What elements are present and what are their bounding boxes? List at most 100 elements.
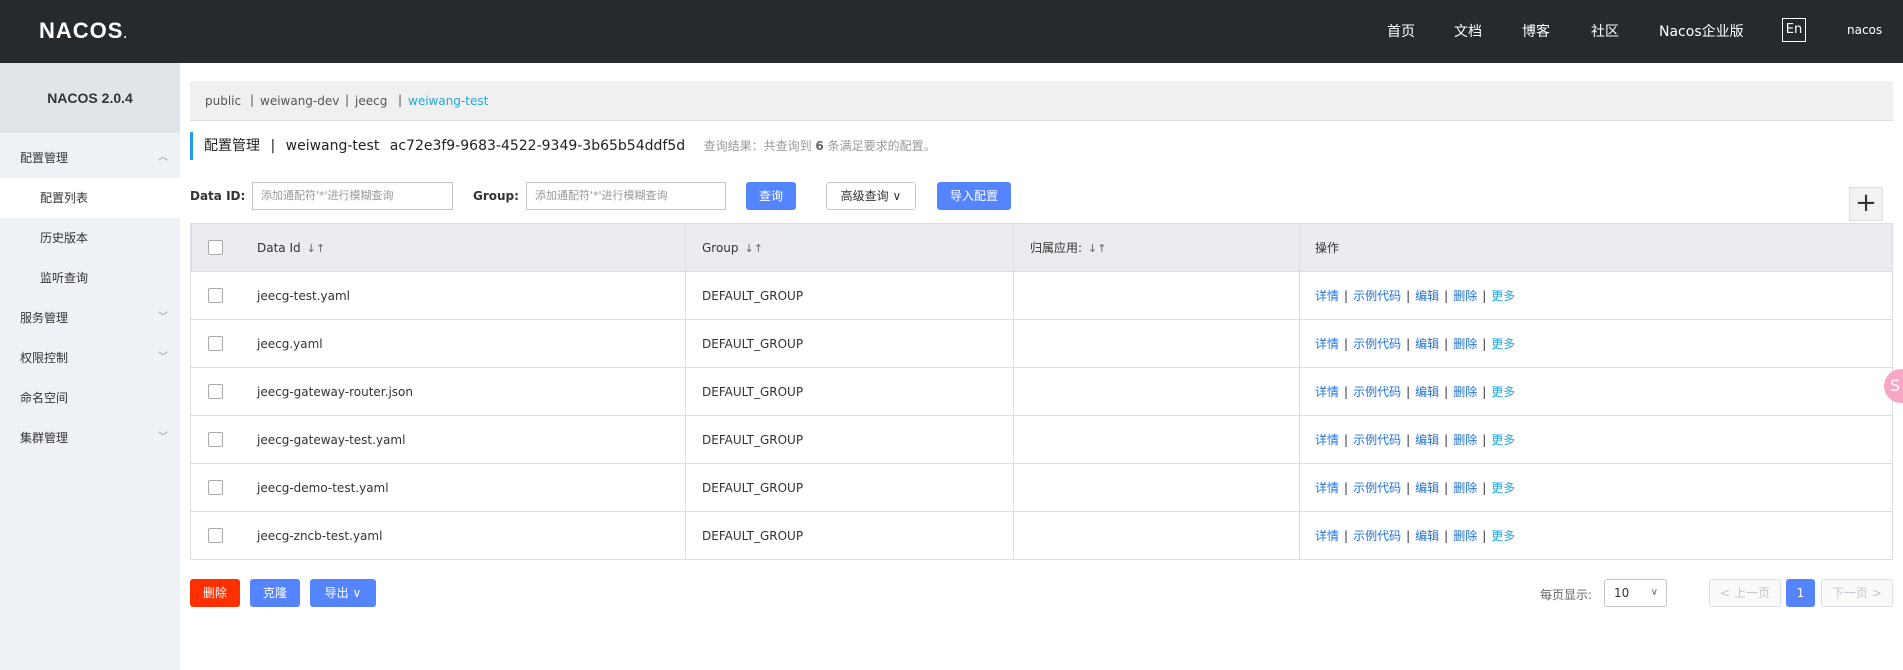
sort-icon[interactable]: ↓↑	[745, 242, 763, 255]
table-row: jeecg-test.yaml DEFAULT_GROUP 详情 | 示例代码 | 编辑…	[191, 272, 1892, 320]
page-size-select[interactable]: 10 ∨	[1604, 579, 1667, 607]
language-switch[interactable]: En	[1782, 18, 1806, 42]
prev-page-button[interactable]: < 上一页	[1709, 579, 1781, 607]
more-link[interactable]: 更多	[1491, 433, 1515, 447]
query-button[interactable]: 查询	[746, 182, 796, 210]
username[interactable]: nacos	[1847, 23, 1882, 37]
group-cell: DEFAULT_GROUP	[702, 337, 804, 351]
clone-button[interactable]: 克隆	[250, 579, 300, 607]
delete-link[interactable]: 删除	[1453, 529, 1477, 543]
row-checkbox[interactable]	[208, 528, 223, 543]
next-page-button[interactable]: 下一页 >	[1821, 579, 1893, 607]
more-link[interactable]: 更多	[1491, 289, 1515, 303]
more-link[interactable]: 更多	[1491, 481, 1515, 495]
export-button[interactable]: 导出 ∨	[310, 579, 376, 607]
edit-link[interactable]: 编辑	[1415, 481, 1439, 495]
dataid-input[interactable]: 添加通配符'*'进行模糊查询	[252, 182, 453, 210]
nav-enterprise[interactable]: Nacos企业版	[1659, 21, 1744, 41]
namespace-weiwang-test[interactable]: weiwang-test	[408, 94, 488, 108]
group-cell: DEFAULT_GROUP	[702, 385, 804, 399]
namespace-weiwang-dev[interactable]: weiwang-dev	[260, 94, 339, 108]
nav-docs[interactable]: 文档	[1454, 21, 1482, 41]
more-link[interactable]: 更多	[1491, 529, 1515, 543]
delete-link[interactable]: 删除	[1453, 385, 1477, 399]
edit-link[interactable]: 编辑	[1415, 529, 1439, 543]
sidebar-item-label: 服务管理	[20, 311, 69, 325]
select-all-checkbox[interactable]	[208, 240, 223, 255]
row-checkbox[interactable]	[208, 480, 223, 495]
namespace-name: weiwang-test	[285, 138, 380, 154]
chevron-right-icon: >	[1871, 586, 1882, 600]
sidebar-item-service-management[interactable]: 服务管理 ﹀	[0, 298, 180, 338]
sample-code-link[interactable]: 示例代码	[1353, 481, 1401, 495]
namespace-public[interactable]: public	[205, 94, 241, 108]
row-checkbox[interactable]	[208, 288, 223, 303]
sidebar-item-history[interactable]: 历史版本	[0, 218, 180, 258]
row-actions: 详情 | 示例代码 | 编辑 | 删除 | 更多	[1315, 529, 1516, 543]
current-page[interactable]: 1	[1786, 579, 1815, 607]
sidebar-item-cluster-management[interactable]: 集群管理 ﹀	[0, 418, 180, 458]
chevron-down-icon: ∨	[352, 586, 362, 600]
column-header-group[interactable]: Group ↓↑	[702, 224, 763, 272]
sample-code-link[interactable]: 示例代码	[1353, 529, 1401, 543]
detail-link[interactable]: 详情	[1315, 385, 1339, 399]
column-header-app[interactable]: 归属应用: ↓↑	[1030, 224, 1106, 272]
delete-link[interactable]: 删除	[1453, 433, 1477, 447]
edit-link[interactable]: 编辑	[1415, 289, 1439, 303]
chevron-left-icon: <	[1720, 586, 1731, 600]
logo-text: NACOS	[39, 18, 124, 43]
namespace-separator: |	[345, 93, 350, 107]
delete-link[interactable]: 删除	[1453, 337, 1477, 351]
detail-link[interactable]: 详情	[1315, 433, 1339, 447]
sidebar-item-config-management[interactable]: 配置管理 ︿	[0, 138, 180, 178]
sort-icon[interactable]: ↓↑	[307, 242, 325, 255]
sidebar-item-access-control[interactable]: 权限控制 ﹀	[0, 338, 180, 378]
column-header-dataid[interactable]: Data Id ↓↑	[257, 224, 325, 272]
delete-link[interactable]: 删除	[1453, 289, 1477, 303]
page-size-label: 每页显示:	[1540, 588, 1593, 602]
row-checkbox[interactable]	[208, 432, 223, 447]
sample-code-link[interactable]: 示例代码	[1353, 433, 1401, 447]
sidebar-item-label: 命名空间	[20, 391, 69, 405]
nacos-logo[interactable]: NACOS.	[39, 18, 128, 44]
add-config-button[interactable]: +	[1849, 187, 1883, 221]
more-link[interactable]: 更多	[1491, 337, 1515, 351]
sort-icon[interactable]: ↓↑	[1088, 242, 1106, 255]
plus-icon: +	[1855, 188, 1877, 218]
table-header: Data Id ↓↑ Group ↓↑ 归属应用: ↓↑ 操作	[191, 224, 1892, 272]
edit-link[interactable]: 编辑	[1415, 337, 1439, 351]
sidebar-item-namespace[interactable]: 命名空间	[0, 378, 180, 418]
table-row: jeecg-demo-test.yaml DEFAULT_GROUP 详情 | 示例…	[191, 464, 1892, 512]
edit-link[interactable]: 编辑	[1415, 385, 1439, 399]
sample-code-link[interactable]: 示例代码	[1353, 385, 1401, 399]
sidebar-item-listener-query[interactable]: 监听查询	[0, 258, 180, 298]
detail-link[interactable]: 详情	[1315, 529, 1339, 543]
group-cell: DEFAULT_GROUP	[702, 433, 804, 447]
group-input[interactable]: 添加通配符'*'进行模糊查询	[526, 182, 726, 210]
row-checkbox[interactable]	[208, 384, 223, 399]
nav-community[interactable]: 社区	[1591, 21, 1619, 41]
detail-link[interactable]: 详情	[1315, 481, 1339, 495]
nav-blog[interactable]: 博客	[1522, 21, 1550, 41]
sidebar-item-config-list[interactable]: 配置列表	[0, 178, 180, 218]
table-row: jeecg.yaml DEFAULT_GROUP 详情 | 示例代码 | 编辑 | 删除 | 更…	[191, 320, 1892, 368]
sample-code-link[interactable]: 示例代码	[1353, 337, 1401, 351]
dataid-cell: jeecg-gateway-test.yaml	[257, 433, 406, 447]
chevron-down-icon: ∨	[892, 189, 902, 203]
table-row: jeecg-gateway-test.yaml DEFAULT_GROUP 详情…	[191, 416, 1892, 464]
detail-link[interactable]: 详情	[1315, 289, 1339, 303]
row-checkbox[interactable]	[208, 336, 223, 351]
sidebar: NACOS 2.0.4 配置管理 ︿ 配置列表 历史版本 监听查询 服务管理 ﹀…	[0, 63, 180, 670]
batch-delete-button[interactable]: 删除	[190, 579, 240, 607]
edit-link[interactable]: 编辑	[1415, 433, 1439, 447]
column-header-actions: 操作	[1315, 241, 1340, 255]
import-config-button[interactable]: 导入配置	[937, 182, 1011, 210]
sidebar-item-label: 配置列表	[40, 191, 89, 205]
delete-link[interactable]: 删除	[1453, 481, 1477, 495]
namespace-jeecg[interactable]: jeecg	[355, 94, 387, 108]
more-link[interactable]: 更多	[1491, 385, 1515, 399]
detail-link[interactable]: 详情	[1315, 337, 1339, 351]
advanced-query-button[interactable]: 高级查询 ∨	[826, 182, 916, 210]
nav-home[interactable]: 首页	[1387, 21, 1415, 41]
sample-code-link[interactable]: 示例代码	[1353, 289, 1401, 303]
